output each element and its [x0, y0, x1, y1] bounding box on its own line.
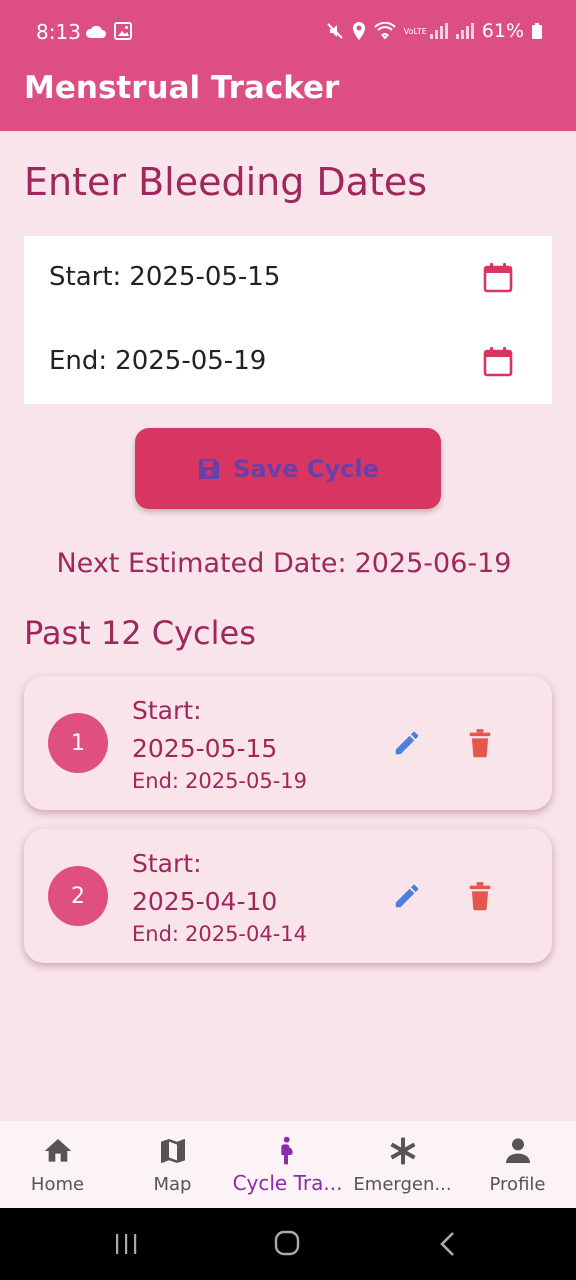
home-button-icon[interactable] — [274, 1230, 300, 1256]
person-icon — [505, 1138, 530, 1163]
cycle-start-label: Start: — [132, 849, 202, 878]
nav-label: Emergen... — [353, 1174, 452, 1195]
cycle-card: 1 Start: 2025-05-15 End: 2025-05-19 — [24, 676, 552, 810]
cycle-start-date: 2025-04-10 — [132, 887, 278, 916]
nav-label: Home — [30, 1174, 85, 1195]
delete-icon[interactable] — [466, 881, 494, 911]
cycle-end-date: 2025-05-19 — [184, 769, 308, 793]
nav-label: Map — [153, 1174, 192, 1195]
end-date-field[interactable]: End: 2025-05-19 — [24, 320, 552, 404]
signal-icon — [429, 23, 448, 39]
nav-label: Cycle Tra... — [232, 1171, 343, 1195]
cycle-end-label: End: — [132, 769, 179, 793]
status-time: 8:13 — [36, 20, 81, 44]
edit-icon[interactable] — [392, 728, 422, 758]
nav-home[interactable]: Home — [0, 1121, 115, 1208]
home-icon — [44, 1139, 71, 1162]
location-icon — [352, 22, 365, 40]
app-bar: Menstrual Tracker — [0, 64, 576, 131]
nav-cycle-tracker[interactable]: Cycle Tra... — [230, 1121, 345, 1208]
save-cycle-button[interactable]: Save Cycle — [135, 428, 441, 509]
save-cycle-label: Save Cycle — [233, 454, 379, 483]
calendar-icon[interactable] — [482, 262, 514, 294]
cycle-start-label: Start: — [132, 696, 202, 725]
map-icon — [160, 1139, 185, 1163]
cloud-icon — [85, 25, 106, 38]
app-title: Menstrual Tracker — [24, 70, 340, 106]
status-bar: 8:13 VoLTE 61% — [0, 0, 576, 64]
delete-icon[interactable] — [466, 728, 494, 758]
end-date-label: End: — [49, 346, 108, 376]
start-date-value: 2025-05-15 — [129, 262, 281, 292]
cycle-start-date: 2025-05-15 — [132, 734, 278, 763]
battery-text: 61% — [481, 20, 524, 42]
cycle-end-label: End: — [132, 922, 179, 946]
enter-dates-heading: Enter Bleeding Dates — [24, 160, 428, 204]
start-date-field[interactable]: Start: 2025-05-15 — [24, 236, 552, 320]
calendar-icon[interactable] — [482, 346, 514, 378]
nav-map[interactable]: Map — [115, 1121, 230, 1208]
next-estimated-label: Next Estimated Date: — [56, 548, 347, 579]
date-input-card: Start: 2025-05-15 End: 2025-05-19 — [24, 236, 552, 404]
next-estimated-date: Next Estimated Date: 2025-06-19 — [0, 548, 576, 579]
pregnant-person-icon — [280, 1136, 293, 1165]
nav-profile[interactable]: Profile — [460, 1121, 575, 1208]
edit-icon[interactable] — [392, 881, 422, 911]
start-date-label: Start: — [49, 262, 122, 292]
save-icon — [199, 458, 220, 479]
cycle-number-badge: 1 — [48, 713, 108, 773]
volte-badge: VoLTE — [403, 26, 427, 36]
cycle-end-date: 2025-04-14 — [184, 922, 308, 946]
asterisk-icon — [389, 1137, 416, 1165]
image-icon — [114, 22, 132, 40]
cycle-card: 2 Start: 2025-04-10 End: 2025-04-14 — [24, 829, 552, 963]
next-estimated-value: 2025-06-19 — [354, 548, 512, 579]
signal-2-icon — [455, 23, 474, 39]
nav-label: Profile — [489, 1174, 546, 1195]
back-icon[interactable] — [438, 1230, 458, 1258]
battery-icon — [532, 23, 542, 39]
end-date-value: 2025-05-19 — [115, 346, 267, 376]
nav-emergency[interactable]: Emergen... — [345, 1121, 460, 1208]
past-cycles-heading: Past 12 Cycles — [24, 614, 256, 652]
system-navigation-bar — [0, 1208, 576, 1280]
mute-icon — [327, 23, 343, 39]
wifi-icon — [374, 22, 396, 40]
cycle-number-badge: 2 — [48, 866, 108, 926]
recents-icon[interactable] — [114, 1232, 138, 1256]
bottom-navigation: Home Map Cycle Tra... Emergen... Profile — [0, 1121, 576, 1208]
